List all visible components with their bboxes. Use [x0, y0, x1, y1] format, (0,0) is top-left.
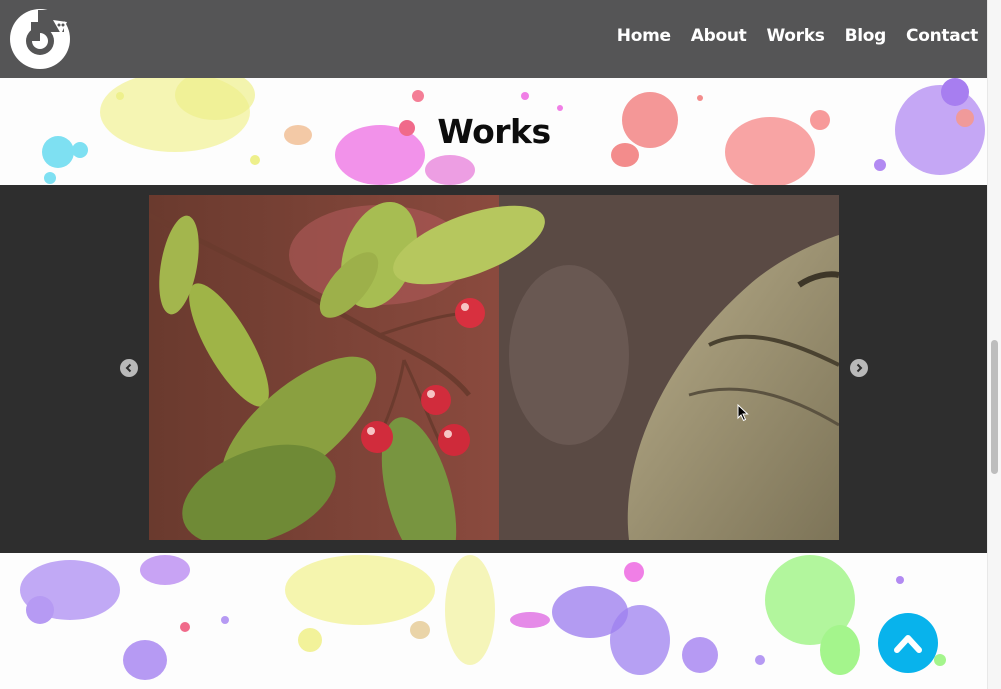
nav-blog[interactable]: Blog	[845, 26, 887, 46]
scrollbar-thumb[interactable]	[991, 340, 998, 474]
nav-home[interactable]: Home	[617, 26, 671, 46]
chevron-left-icon	[125, 363, 132, 373]
works-carousel	[0, 185, 988, 553]
chevron-right-icon	[856, 363, 863, 373]
site-header: Home About Works Blog Contact	[0, 0, 988, 78]
section-title: Works	[437, 112, 551, 151]
main-nav: Home About Works Blog Contact	[617, 26, 979, 46]
chevron-up-icon	[894, 635, 922, 653]
carousel-prev-button[interactable]	[120, 359, 138, 377]
nav-about[interactable]: About	[691, 26, 747, 46]
back-to-top-button[interactable]	[878, 613, 938, 673]
nav-contact[interactable]: Contact	[906, 26, 978, 46]
page-scrollbar[interactable]	[987, 0, 1001, 689]
nav-works[interactable]: Works	[766, 26, 824, 46]
carousel-slide-image	[149, 195, 839, 540]
circular-arrow-logo-icon[interactable]	[9, 8, 71, 70]
mouse-cursor-icon	[737, 404, 749, 422]
carousel-next-button[interactable]	[850, 359, 868, 377]
